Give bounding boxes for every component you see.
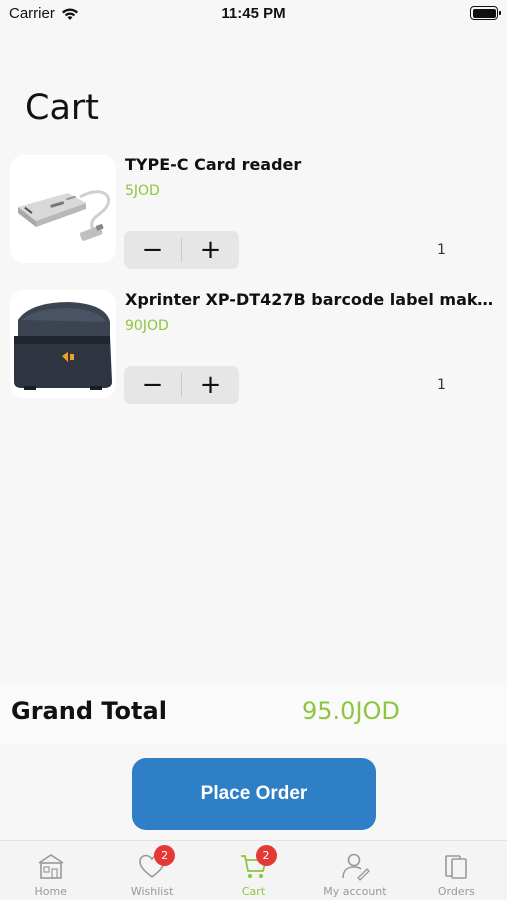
tab-home[interactable]: Home xyxy=(0,841,101,900)
wishlist-badge: 2 xyxy=(154,845,176,866)
label-printer-image[interactable] xyxy=(10,290,116,398)
tab-label: My account xyxy=(323,885,387,898)
page-title: Cart xyxy=(25,88,99,128)
grand-total-value: 95.0JOD xyxy=(302,697,400,725)
tab-my-account[interactable]: My account xyxy=(304,841,405,900)
status-time: 11:45 PM xyxy=(221,5,286,22)
card-reader-image[interactable] xyxy=(10,155,116,263)
orders-icon xyxy=(445,855,468,879)
tab-label: Home xyxy=(34,885,67,898)
cart-badge: 2 xyxy=(255,845,277,866)
item-name[interactable]: TYPE-C Card reader xyxy=(125,155,495,174)
battery-icon xyxy=(470,6,501,20)
quantity-stepper: − + xyxy=(124,231,239,269)
place-order-button[interactable]: Place Order xyxy=(132,758,376,830)
grand-total-label: Grand Total xyxy=(11,697,167,725)
item-quantity: 1 xyxy=(437,377,446,393)
tab-orders[interactable]: Orders xyxy=(406,841,507,900)
tab-label: Orders xyxy=(437,885,475,898)
tab-label: Cart xyxy=(241,885,266,898)
tab-wishlist[interactable]: 2 Wishlist xyxy=(101,841,202,900)
tab-cart[interactable]: 2 Cart xyxy=(203,841,304,900)
cart-item: Xprinter XP-DT427B barcode label maker..… xyxy=(0,290,507,410)
quantity-stepper: − + xyxy=(124,366,239,404)
item-price: 90JOD xyxy=(125,318,169,334)
decrease-button[interactable]: − xyxy=(124,231,181,269)
home-icon xyxy=(38,854,64,879)
cart-item: TYPE-C Card reader 5JOD − + 1 xyxy=(0,155,507,275)
grand-total-bar: Grand Total 95.0JOD xyxy=(0,683,507,743)
increase-button[interactable]: + xyxy=(182,231,239,269)
item-name[interactable]: Xprinter XP-DT427B barcode label maker..… xyxy=(125,290,495,309)
status-bar: Carrier 11:45 PM xyxy=(0,0,507,30)
item-price: 5JOD xyxy=(125,183,160,199)
tab-label: Wishlist xyxy=(130,885,174,898)
increase-button[interactable]: + xyxy=(182,366,239,404)
tab-bar: Home 2 Wishlist 2 Cart My account Orders xyxy=(0,840,507,900)
item-quantity: 1 xyxy=(437,242,446,258)
decrease-button[interactable]: − xyxy=(124,366,181,404)
account-icon xyxy=(342,853,370,881)
